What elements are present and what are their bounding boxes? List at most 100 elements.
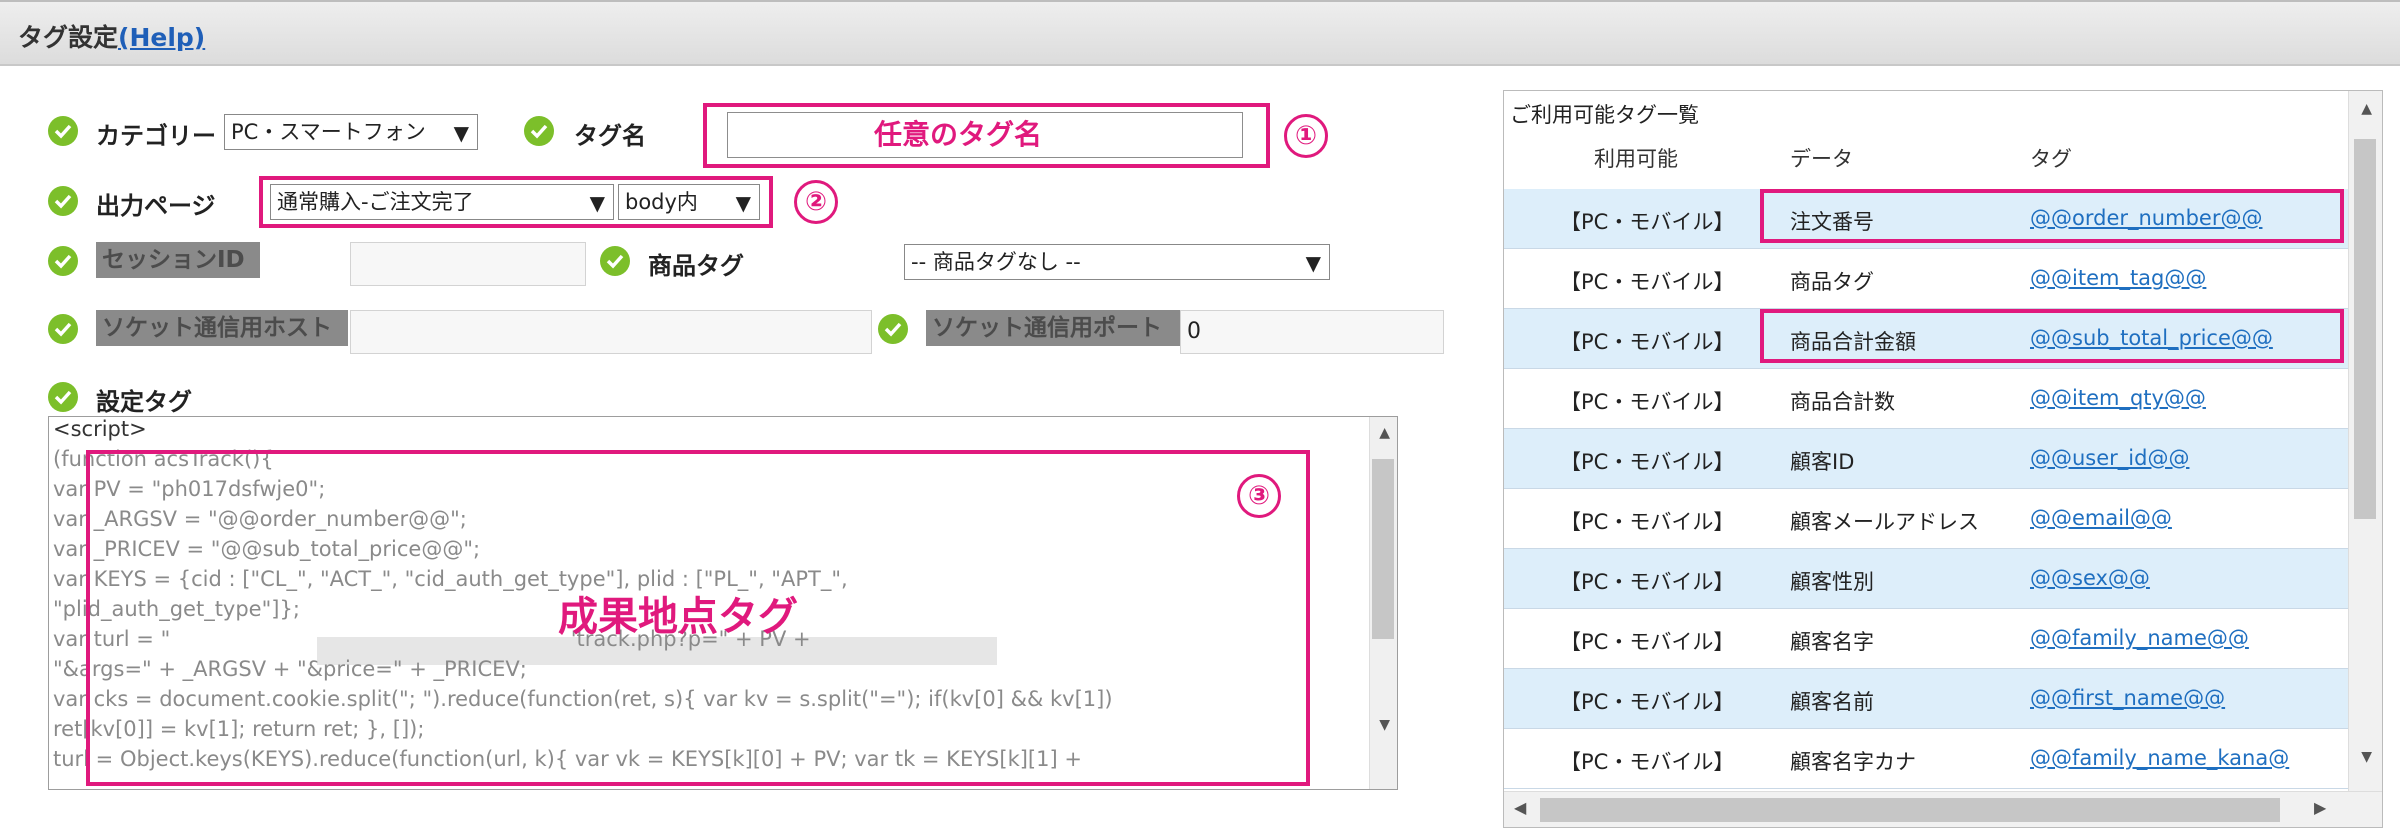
code-line: <script> <box>53 417 147 441</box>
scroll-right-icon[interactable]: ▶ <box>2314 798 2326 817</box>
tagname-input-value: 任意のタグ名 <box>874 118 1043 151</box>
annotation-marker-3: ③ <box>1237 474 1281 518</box>
check-icon <box>48 246 78 276</box>
tagname-label: タグ名 <box>574 122 646 150</box>
cell-tag-link[interactable]: @@family_name_kana@ <box>2030 746 2289 770</box>
cell-data: 顧客名字カナ <box>1790 750 1916 774</box>
cell-tag-link[interactable]: @@user_id@@ <box>2030 446 2189 470</box>
cell-data: 注文番号 <box>1790 210 1874 234</box>
cell-availability: 【PC・モバイル】 <box>1560 690 1735 714</box>
table-row: 【PC・モバイル】 商品合計金額 @@sub_total_price@@ <box>1504 309 2349 369</box>
output-page-label: 出力ページ <box>96 192 216 220</box>
scroll-up-icon[interactable]: ▲ <box>1379 425 1390 441</box>
cell-availability: 【PC・モバイル】 <box>1560 630 1735 654</box>
category-label: カテゴリー <box>96 122 216 150</box>
column-header-data: データ <box>1790 147 1853 171</box>
code-line: var _ARGSV = "@@order_number@@"; <box>53 507 467 531</box>
annotation-marker-1: ① <box>1284 114 1328 158</box>
table-row: 【PC・モバイル】 顧客性別 @@sex@@ <box>1504 549 2349 609</box>
help-link[interactable]: (Help) <box>118 23 205 52</box>
cell-tag-link[interactable]: @@sub_total_price@@ <box>2030 326 2273 350</box>
cell-tag-link[interactable]: @@order_number@@ <box>2030 206 2262 230</box>
setting-tag-label: 設定タグ <box>96 388 192 416</box>
panel-horizontal-scrollbar[interactable]: ◀ ▶ <box>1504 791 2382 827</box>
category-select-value: PC・スマートフォン <box>231 120 426 144</box>
textarea-scrollbar[interactable]: ▲ ▼ <box>1369 417 1397 789</box>
table-row: 【PC・モバイル】 顧客名字カナ @@family_name_kana@ <box>1504 729 2349 789</box>
chevron-down-icon: ▼ <box>589 191 605 215</box>
cell-availability: 【PC・モバイル】 <box>1560 210 1735 234</box>
cell-data: 顧客名前 <box>1790 690 1874 714</box>
cell-tag-link[interactable]: @@sex@@ <box>2030 566 2150 590</box>
table-row: 【PC・モバイル】 顧客ID @@user_id@@ <box>1504 429 2349 489</box>
cell-data: 顧客名字 <box>1790 630 1874 654</box>
cell-data: 顧客メールアドレス <box>1790 510 1979 534</box>
code-line: "plid_auth_get_type"]}; <box>53 597 300 621</box>
code-line: var _PRICEV = "@@sub_total_price@@"; <box>53 537 481 561</box>
cell-data: 商品合計金額 <box>1790 330 1916 354</box>
scroll-down-icon[interactable]: ▼ <box>2361 749 2372 765</box>
panel-vertical-scrollbar[interactable]: ▲ ▼ <box>2348 91 2382 791</box>
code-line: var cks = document.cookie.split("; ").re… <box>53 687 1113 711</box>
section-title: タグ設定(Help) <box>18 18 205 54</box>
cell-availability: 【PC・モバイル】 <box>1560 450 1735 474</box>
code-line: ret[kv[0]] = kv[1]; return ret; }, []); <box>53 717 425 741</box>
output-page-select[interactable]: 通常購入-ご注文完了 ▼ <box>270 184 614 220</box>
tagname-input[interactable]: 任意のタグ名 <box>727 112 1243 158</box>
cell-data: 商品合計数 <box>1790 390 1895 414</box>
cell-availability: 【PC・モバイル】 <box>1560 750 1735 774</box>
socket-host-label: ソケット通信用ホスト <box>96 310 348 346</box>
product-tag-select[interactable]: -- 商品タグなし -- ▼ <box>904 244 1330 280</box>
code-line: "&args=" + _ARGSV + "&price=" + _PRICEV; <box>53 657 527 681</box>
category-select[interactable]: PC・スマートフォン ▼ <box>224 114 478 150</box>
column-header-availability: 利用可能 <box>1594 147 1678 171</box>
table-row: 【PC・モバイル】 顧客名前 @@first_name@@ <box>1504 669 2349 729</box>
check-icon <box>48 186 78 216</box>
scroll-down-icon[interactable]: ▼ <box>1379 717 1390 733</box>
check-icon <box>48 382 78 412</box>
product-tag-label: 商品タグ <box>648 252 744 280</box>
output-page-select-value: 通常購入-ご注文完了 <box>277 190 474 214</box>
textarea-scroll-thumb[interactable] <box>1372 459 1394 639</box>
socket-host-input[interactable] <box>350 310 872 354</box>
cell-availability: 【PC・モバイル】 <box>1560 390 1735 414</box>
available-tags-panel: ご利用可能タグ一覧 利用可能 データ タグ 【PC・モバイル】 注文番号 @@o… <box>1503 90 2383 828</box>
annotation-marker-2: ② <box>794 180 838 224</box>
socket-port-input[interactable]: 0 <box>1180 310 1444 354</box>
chevron-down-icon: ▼ <box>1305 251 1321 275</box>
table-row: 【PC・モバイル】 商品タグ @@item_tag@@ <box>1504 249 2349 309</box>
code-line: var PV = "ph017dsfwje0"; <box>53 477 326 501</box>
cell-tag-link[interactable]: @@first_name@@ <box>2030 686 2225 710</box>
cell-availability: 【PC・モバイル】 <box>1560 570 1735 594</box>
cell-availability: 【PC・モバイル】 <box>1560 510 1735 534</box>
code-line: turl = Object.keys(KEYS).reduce(function… <box>53 747 1082 771</box>
cell-availability: 【PC・モバイル】 <box>1560 270 1735 294</box>
scroll-left-icon[interactable]: ◀ <box>1514 798 1526 817</box>
socket-port-label: ソケット通信用ポート <box>926 310 1180 346</box>
cell-tag-link[interactable]: @@item_tag@@ <box>2030 266 2206 290</box>
position-select[interactable]: body内 ▼ <box>618 184 760 220</box>
cell-tag-link[interactable]: @@item_qty@@ <box>2030 386 2206 410</box>
cell-tag-link[interactable]: @@family_name@@ <box>2030 626 2249 650</box>
table-row: 【PC・モバイル】 顧客メールアドレス @@email@@ <box>1504 489 2349 549</box>
available-tags-title: ご利用可能タグ一覧 <box>1510 103 1699 127</box>
check-icon <box>48 314 78 344</box>
section-title-text: タグ設定 <box>18 23 119 52</box>
code-line: (function acsTrack(){ <box>53 447 274 471</box>
scroll-up-icon[interactable]: ▲ <box>2361 101 2372 117</box>
cell-data: 顧客性別 <box>1790 570 1874 594</box>
cell-data: 顧客ID <box>1790 450 1855 474</box>
product-tag-select-value: -- 商品タグなし -- <box>911 250 1081 274</box>
column-header-tag: タグ <box>2030 147 2072 171</box>
table-row: 【PC・モバイル】 顧客名字 @@family_name@@ <box>1504 609 2349 669</box>
position-select-value: body内 <box>625 190 698 214</box>
session-id-input[interactable] <box>350 242 586 286</box>
check-icon <box>600 246 630 276</box>
cell-availability: 【PC・モバイル】 <box>1560 330 1735 354</box>
panel-vertical-scroll-thumb[interactable] <box>2354 139 2376 519</box>
cell-tag-link[interactable]: @@email@@ <box>2030 506 2172 530</box>
check-icon <box>878 314 908 344</box>
chevron-down-icon: ▼ <box>735 191 751 215</box>
panel-horizontal-scroll-thumb[interactable] <box>1540 798 2280 822</box>
conversion-tag-caption: 成果地点タグ <box>558 594 798 640</box>
